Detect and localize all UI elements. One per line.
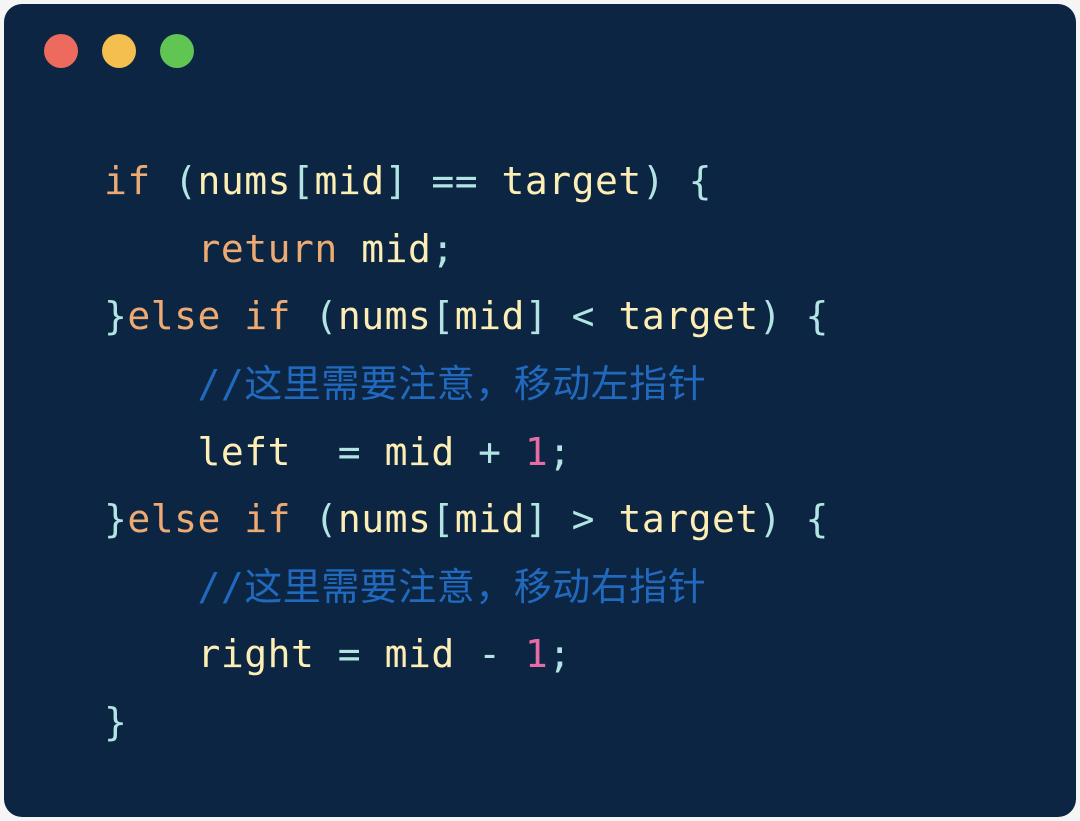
identifier-right: right xyxy=(198,632,315,676)
paren-close: ) xyxy=(759,294,782,338)
minimize-button[interactable] xyxy=(102,34,136,68)
identifier-target: target xyxy=(502,159,642,203)
semicolon: ; xyxy=(431,227,454,271)
bracket-close: ] xyxy=(525,294,548,338)
keyword-if: if xyxy=(244,294,291,338)
identifier-left: left xyxy=(198,430,292,474)
operator-minus: - xyxy=(478,632,501,676)
paren-close: ) xyxy=(759,497,782,541)
identifier-mid: mid xyxy=(385,632,455,676)
bracket-open: [ xyxy=(431,294,454,338)
bracket-close: ] xyxy=(525,497,548,541)
keyword-else: else xyxy=(127,294,221,338)
paren-open: ( xyxy=(314,294,337,338)
keyword-if: if xyxy=(244,497,291,541)
identifier-target: target xyxy=(618,294,758,338)
brace-close: } xyxy=(104,294,127,338)
brace-open: { xyxy=(806,497,829,541)
bracket-open: [ xyxy=(431,497,454,541)
identifier-mid: mid xyxy=(455,497,525,541)
maximize-button[interactable] xyxy=(160,34,194,68)
identifier-mid: mid xyxy=(385,430,455,474)
identifier-mid: mid xyxy=(361,227,431,271)
identifier-mid: mid xyxy=(455,294,525,338)
comment-slashes: // xyxy=(198,362,245,406)
bracket-open: [ xyxy=(291,159,314,203)
comment-slashes: // xyxy=(198,565,245,609)
brace-close: } xyxy=(104,497,127,541)
semicolon: ; xyxy=(548,632,571,676)
operator-plus: + xyxy=(478,430,501,474)
semicolon: ; xyxy=(548,430,571,474)
code-editor-window: if (nums[mid] == target) { return mid; }… xyxy=(4,4,1076,817)
operator-lt: < xyxy=(572,294,595,338)
code-content: if (nums[mid] == target) { return mid; }… xyxy=(4,80,1076,817)
comment-left-pointer: 这里需要注意，移动左指针 xyxy=(244,362,706,406)
keyword-return: return xyxy=(198,227,338,271)
keyword-else: else xyxy=(127,497,221,541)
identifier-mid: mid xyxy=(314,159,384,203)
bracket-close: ] xyxy=(385,159,408,203)
paren-open: ( xyxy=(174,159,197,203)
identifier-nums: nums xyxy=(338,497,432,541)
title-bar xyxy=(4,4,1076,80)
operator-eq: == xyxy=(431,159,478,203)
operator-assign: = xyxy=(338,632,361,676)
number-one: 1 xyxy=(525,632,548,676)
paren-close: ) xyxy=(642,159,665,203)
number-one: 1 xyxy=(525,430,548,474)
paren-open: ( xyxy=(314,497,337,541)
identifier-nums: nums xyxy=(338,294,432,338)
operator-gt: > xyxy=(572,497,595,541)
brace-open: { xyxy=(689,159,712,203)
brace-close: } xyxy=(104,700,127,744)
identifier-target: target xyxy=(618,497,758,541)
keyword-if: if xyxy=(104,159,151,203)
close-button[interactable] xyxy=(44,34,78,68)
comment-right-pointer: 这里需要注意，移动右指针 xyxy=(244,565,706,609)
brace-open: { xyxy=(806,294,829,338)
operator-assign: = xyxy=(338,430,361,474)
identifier-nums: nums xyxy=(198,159,292,203)
